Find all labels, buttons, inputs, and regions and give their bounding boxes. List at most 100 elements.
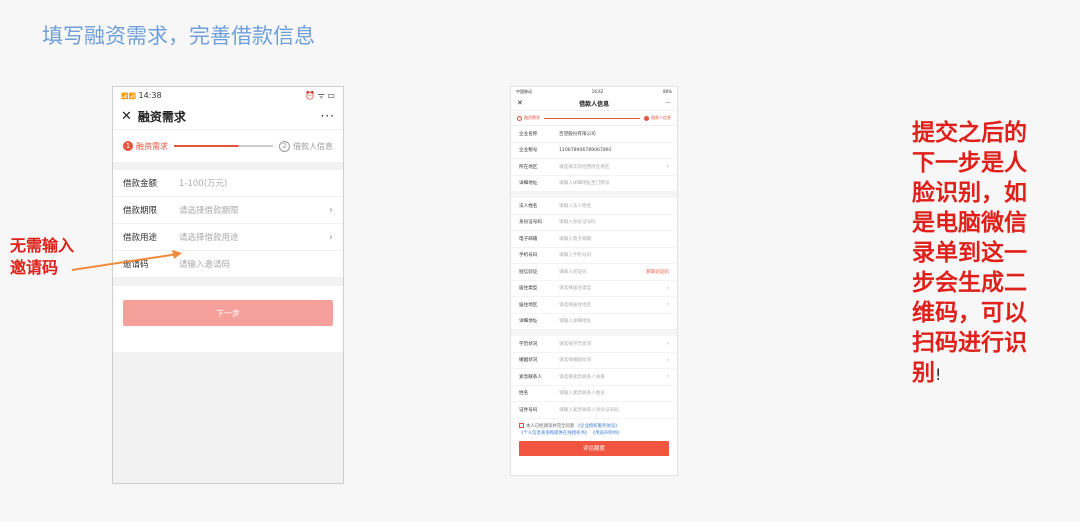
signal-icon: 📶📶: [121, 92, 136, 100]
annotation-no-invite-code: 无需输入 邀请码: [10, 235, 74, 279]
sms-code-row[interactable]: 短信验证 请输入验证码 获取验证码: [511, 264, 677, 281]
status-bar: 📶📶 14:38 ⏰ ᯤ ▭: [113, 87, 343, 103]
company-name-input[interactable]: 百望股份有限公司: [559, 131, 669, 137]
more-icon[interactable]: ···: [321, 109, 335, 123]
field-label: 借款金额: [123, 179, 158, 189]
step-label: 融资需求: [136, 141, 168, 151]
emergency-name-row[interactable]: 姓名 请输入紧急联系人姓名: [511, 386, 677, 402]
close-icon[interactable]: ✕: [121, 109, 132, 124]
annotation-line: 无需输入: [10, 236, 75, 255]
education-select[interactable]: 请选择学历状况: [559, 341, 667, 347]
email-input[interactable]: 请输入电子邮箱: [559, 236, 669, 242]
step-current-icon: [644, 115, 649, 121]
field-label: 婚姻状况: [519, 358, 538, 364]
step-label: 借款人信息: [293, 141, 333, 151]
company-group: 企业名称 百望股份有限公司 企业税号 110678906789067891 所在地区…: [511, 126, 677, 192]
field-label: 短信验证: [519, 269, 538, 275]
step-done-icon: [517, 115, 522, 121]
chevron-right-icon: ›: [329, 204, 333, 216]
residence-type-row[interactable]: 居住类型 请选择居住类型 ›: [511, 281, 677, 297]
agreement-text: 本人已经阅读并完全同意 《企业授权服务协议》 《个人信息查询和提供在线授权书》 …: [511, 419, 677, 437]
field-label: 借款用途: [123, 233, 158, 243]
tax-id-input[interactable]: 110678906789067891: [559, 148, 669, 153]
emergency-id-row[interactable]: 证件号码 请输入紧急联系人身份证号码: [511, 402, 677, 419]
region-select[interactable]: 请选择实际经营所在地区: [559, 164, 667, 170]
chevron-right-icon: ›: [329, 231, 333, 243]
agreement-prefix: 本人已经阅读并完全同意: [526, 423, 575, 429]
residence-address-row[interactable]: 详细地址 请输入详细地址: [511, 314, 677, 330]
evaluate-limit-button[interactable]: 评估额度: [519, 440, 669, 456]
phone-financing-demand: 📶📶 14:38 ⏰ ᯤ ▭ ✕ 融资需求 ··· 1 融资需求 2 借款人信息…: [112, 86, 344, 484]
marital-select[interactable]: 请选择婚姻状况: [559, 357, 667, 363]
loan-purpose-select[interactable]: 请选择借款用途: [179, 231, 329, 243]
loan-amount-row[interactable]: 借款金额 1-100(万元): [113, 170, 343, 197]
field-label: 借款期限: [123, 206, 158, 216]
step-label: 融资需求: [524, 115, 540, 120]
step-indicator: 1 融资需求 2 借款人信息: [113, 130, 343, 162]
field-label: 手机号码: [519, 253, 538, 259]
annotation-face-recognition: 提交之后的下一步是人脸识别，如是电脑微信录单到这一步会生成二维码，可以扫码进行识…: [912, 118, 1032, 390]
nav-bar: ✕ 融资需求 ···: [113, 103, 343, 130]
annotation-end: !: [935, 365, 942, 384]
phone-row[interactable]: 手机号码 请输入手机号码: [511, 248, 677, 264]
slide-title: 填写融资需求，完善借款信息: [42, 24, 315, 48]
status-icons: ⏰ ᯤ ▭: [305, 90, 335, 100]
agreement-link[interactable]: 《用途声明书》: [591, 431, 622, 436]
legal-name-row[interactable]: 法人姓名 请输入法人姓名: [511, 198, 677, 215]
field-label: 电子邮箱: [519, 236, 538, 242]
status-time: 16:42: [591, 89, 604, 94]
emergency-relation-select[interactable]: 请选择紧急联系人关系: [559, 374, 667, 380]
tax-id-row[interactable]: 企业税号 110678906789067891: [511, 143, 677, 159]
field-label: 居住地区: [519, 302, 538, 308]
field-label: 姓名: [519, 391, 529, 397]
address-input[interactable]: 请输入详细地址至门牌号: [559, 180, 669, 186]
company-name-row[interactable]: 企业名称 百望股份有限公司: [511, 126, 677, 143]
residence-region-row[interactable]: 居住地区 请选择居住地区 ›: [511, 297, 677, 314]
loan-purpose-row[interactable]: 借款用途 请选择借款用途 ›: [113, 224, 343, 251]
loan-amount-input[interactable]: 1-100(万元): [179, 177, 333, 189]
step-number: 2: [279, 140, 290, 152]
residence-address-input[interactable]: 请输入详细地址: [559, 318, 669, 324]
field-label: 证件号码: [519, 407, 538, 413]
emergency-contact-row[interactable]: 紧急联系人 请选择紧急联系人关系 ›: [511, 369, 677, 386]
chevron-right-icon: ›: [666, 340, 669, 348]
status-time: 14:38: [138, 90, 162, 100]
residence-type-select[interactable]: 请选择居住类型: [559, 285, 667, 291]
field-label: 企业税号: [519, 148, 538, 154]
education-row[interactable]: 学历状况 请选择学历状况 ›: [511, 336, 677, 353]
legal-name-input[interactable]: 请输入法人姓名: [559, 203, 669, 209]
page-title: 借款人信息: [579, 100, 610, 108]
loan-term-row[interactable]: 借款期限 请选择借款期限 ›: [113, 197, 343, 224]
chevron-right-icon: ›: [666, 284, 669, 292]
phone-input[interactable]: 请输入手机号码: [559, 252, 669, 258]
annotation-text: 提交之后的下一步是人脸识别，如是电脑微信录单到这一步会生成二维码，可以扫码进行识…: [912, 120, 1027, 386]
step-financing-demand: 1 融资需求: [123, 141, 168, 152]
step-label: 借款人信息: [651, 115, 671, 120]
agreement-link[interactable]: 《企业授权服务协议》: [576, 424, 620, 429]
emergency-name-input[interactable]: 请输入紧急联系人姓名: [559, 390, 669, 396]
emergency-id-input[interactable]: 请输入紧急联系人身份证号码: [559, 407, 669, 413]
region-row[interactable]: 所在地区 请选择实际经营所在地区 ›: [511, 159, 677, 176]
agreement-link[interactable]: 《个人信息查询和提供在线授权书》: [519, 431, 589, 436]
chevron-right-icon: ›: [666, 356, 669, 364]
carrier: 中国移动: [516, 88, 532, 94]
loan-term-select[interactable]: 请选择借款期限: [179, 204, 329, 216]
invite-code-input[interactable]: 请输入邀请码: [179, 258, 333, 270]
get-code-button[interactable]: 获取验证码: [646, 269, 669, 275]
invite-code-row[interactable]: 邀请码 请输入邀请码: [113, 251, 343, 278]
field-label: 邀请码: [123, 260, 149, 270]
field-label: 学历状况: [519, 341, 538, 347]
address-row[interactable]: 详细地址 请输入详细地址至门牌号: [511, 176, 677, 192]
more-icon[interactable]: ···: [665, 100, 671, 107]
agree-checkbox[interactable]: [519, 422, 524, 428]
email-row[interactable]: 电子邮箱 请输入电子邮箱: [511, 231, 677, 248]
next-step-button[interactable]: 下一步: [123, 300, 333, 326]
status-bar: 中国移动 16:42 86%: [511, 87, 677, 96]
id-number-row[interactable]: 身份证号码 请输入身份证号码: [511, 215, 677, 231]
marital-row[interactable]: 婚姻状况 请选择婚姻状况 ›: [511, 353, 677, 369]
field-label: 居住类型: [519, 286, 538, 292]
chevron-right-icon: ›: [666, 373, 669, 381]
residence-region-select[interactable]: 请选择居住地区: [559, 302, 667, 308]
sms-code-input[interactable]: 请输入验证码: [559, 269, 646, 275]
id-number-input[interactable]: 请输入身份证号码: [559, 219, 669, 225]
